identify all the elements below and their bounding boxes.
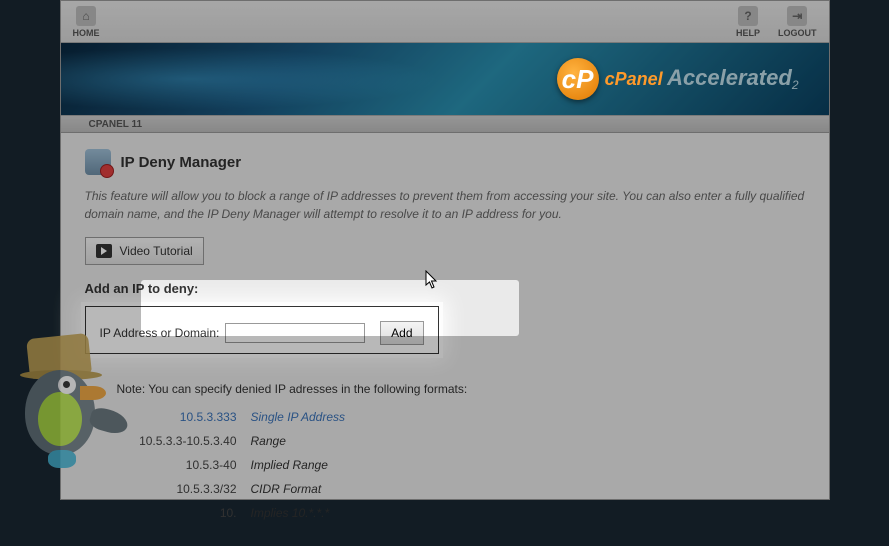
- ip-address-input[interactable]: [225, 323, 365, 343]
- formats-table: 10.5.3.333Single IP Address 10.5.3.3-10.…: [117, 410, 805, 520]
- format-row: 10.5.3.333Single IP Address: [117, 410, 805, 424]
- video-icon: [96, 244, 112, 258]
- logout-icon: ⇥: [787, 6, 807, 26]
- page-description: This feature will allow you to block a r…: [85, 187, 805, 223]
- header-banner: cP cPanel Accelerated2: [61, 43, 829, 115]
- help-icon: ?: [738, 6, 758, 26]
- add-ip-form: IP Address or Domain: Add: [85, 306, 439, 354]
- add-button[interactable]: Add: [380, 321, 423, 345]
- brand-version: 2: [792, 79, 799, 93]
- section-heading: Add an IP to deny:: [85, 281, 805, 296]
- format-row: 10.5.3.3-10.5.3.40Range: [117, 434, 805, 448]
- logout-label: LOGOUT: [778, 28, 817, 38]
- home-label: HOME: [73, 28, 100, 38]
- format-row: 10.5.3.3/32CIDR Format: [117, 482, 805, 496]
- help-button[interactable]: ? HELP: [736, 6, 760, 38]
- home-icon: ⌂: [76, 6, 96, 26]
- brand-accelerated: Accelerated: [667, 65, 792, 90]
- main-panel: ⌂ HOME ? HELP ⇥ LOGOUT cP cPanel Acceler…: [60, 0, 830, 500]
- brand-logo: cP cPanel Accelerated2: [557, 58, 799, 100]
- ip-input-label: IP Address or Domain:: [100, 326, 220, 340]
- breadcrumb: CPANEL 11: [61, 115, 829, 133]
- formats-note: Note: You can specify denied IP adresses…: [117, 382, 805, 396]
- top-toolbar: ⌂ HOME ? HELP ⇥ LOGOUT: [61, 1, 829, 43]
- home-button[interactable]: ⌂ HOME: [73, 6, 100, 38]
- logout-button[interactable]: ⇥ LOGOUT: [778, 6, 817, 38]
- content-area: IP Deny Manager This feature will allow …: [61, 133, 829, 546]
- format-row: 10.Implies 10.*.*.*: [117, 506, 805, 520]
- cpanel-logo-icon: cP: [557, 58, 599, 100]
- page-title: IP Deny Manager: [121, 154, 242, 171]
- help-label: HELP: [736, 28, 760, 38]
- ip-deny-icon: [85, 149, 111, 175]
- format-row: 10.5.3-40Implied Range: [117, 458, 805, 472]
- brand-cpanel: cPanel: [605, 69, 663, 89]
- video-tutorial-button[interactable]: Video Tutorial: [85, 237, 204, 265]
- video-tutorial-label: Video Tutorial: [120, 244, 193, 258]
